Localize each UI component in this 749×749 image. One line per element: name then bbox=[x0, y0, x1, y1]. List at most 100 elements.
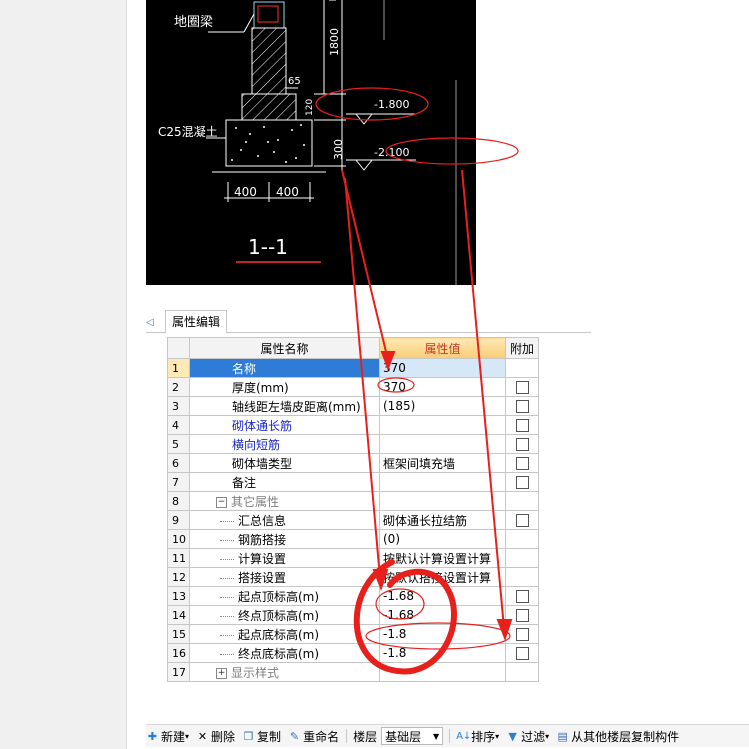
table-row[interactable]: 9 汇总信息 砌体通长拉结筋 bbox=[167, 510, 539, 530]
header-property-value[interactable]: 属性值 bbox=[379, 337, 506, 359]
property-name-cell[interactable]: 终点顶标高(m) bbox=[189, 605, 380, 625]
table-row[interactable]: 4 砌体通长筋 bbox=[167, 415, 539, 435]
extra-checkbox[interactable] bbox=[515, 628, 529, 641]
chevron-down-icon: ▼ bbox=[432, 731, 440, 741]
table-row[interactable]: 16 终点底标高(m) -1.8 bbox=[167, 643, 539, 663]
property-name-cell[interactable]: 起点底标高(m) bbox=[189, 624, 380, 644]
property-value-cell[interactable]: -1.8 bbox=[379, 643, 506, 663]
property-value-cell[interactable]: (0) bbox=[379, 529, 506, 549]
table-row[interactable]: 1 名称 370 bbox=[167, 358, 539, 378]
table-row[interactable]: 3 轴线距左墙皮距离(mm) (185) bbox=[167, 396, 539, 416]
tree-connector bbox=[220, 577, 234, 579]
table-row[interactable]: 15 起点底标高(m) -1.8 bbox=[167, 624, 539, 644]
property-name-label: 砌体墙类型 bbox=[232, 456, 293, 471]
property-name-label: 备注 bbox=[232, 475, 257, 490]
row-number: 13 bbox=[167, 586, 190, 606]
table-row[interactable]: 6 砌体墙类型 框架间填充墙 bbox=[167, 453, 539, 473]
property-value-cell[interactable]: 370 bbox=[379, 377, 506, 397]
cad-beam-label: 地圈梁 bbox=[174, 15, 213, 30]
table-row[interactable]: 5 横向短筋 bbox=[167, 434, 539, 454]
property-value-cell[interactable]: 370 bbox=[379, 358, 506, 378]
property-value-cell[interactable]: 砌体通长拉结筋 bbox=[379, 510, 506, 530]
tree-connector bbox=[220, 520, 234, 522]
property-name-cell[interactable]: − 其它属性 bbox=[189, 491, 380, 511]
sort-button[interactable]: A↓ 排序 ▾ bbox=[456, 728, 499, 745]
table-row[interactable]: 10 钢筋搭接 (0) bbox=[167, 529, 539, 549]
property-value-cell[interactable]: 框架间填充墙 bbox=[379, 453, 506, 473]
property-value-cell[interactable] bbox=[379, 662, 506, 682]
property-value-cell[interactable] bbox=[379, 472, 506, 492]
property-value-cell[interactable]: (185) bbox=[379, 396, 506, 416]
copy-from-floor-button[interactable]: ▤ 从其他楼层复制构件 bbox=[556, 728, 679, 745]
property-name-cell[interactable]: 轴线距左墙皮距离(mm) bbox=[189, 396, 380, 416]
table-row[interactable]: 17 + 显示样式 bbox=[167, 662, 539, 682]
tab-property-edit[interactable]: 属性编辑 bbox=[165, 310, 228, 333]
property-name-cell[interactable]: 备注 bbox=[189, 472, 380, 492]
property-value-cell[interactable]: 按默认计算设置计算 bbox=[379, 548, 506, 568]
filter-button[interactable]: ▼ 过滤 ▾ bbox=[506, 728, 549, 745]
new-button[interactable]: ✚ 新建 ▾ bbox=[146, 728, 189, 745]
table-row[interactable]: 12 搭接设置 按默认搭接设置计算 bbox=[167, 567, 539, 587]
extra-checkbox[interactable] bbox=[515, 400, 529, 413]
property-name-cell[interactable]: 厚度(mm) bbox=[189, 377, 380, 397]
property-value-cell[interactable] bbox=[379, 491, 506, 511]
property-name-cell[interactable]: 计算设置 bbox=[189, 548, 380, 568]
table-row[interactable]: 7 备注 bbox=[167, 472, 539, 492]
row-number: 8 bbox=[167, 491, 190, 511]
row-number: 14 bbox=[167, 605, 190, 625]
sort-icon: A↓ bbox=[456, 730, 472, 742]
property-grid: 属性名称 属性值 附加 1 名称 370 2 厚度(mm) 370 3 轴线距左墙皮距离(mm… bbox=[167, 337, 539, 682]
header-property-name[interactable]: 属性名称 bbox=[189, 337, 380, 359]
row-number: 7 bbox=[167, 472, 190, 492]
property-name-cell[interactable]: 砌体墙类型 bbox=[189, 453, 380, 473]
property-name-cell[interactable]: 横向短筋 bbox=[189, 434, 380, 454]
property-value-cell[interactable] bbox=[379, 434, 506, 454]
expand-icon[interactable]: + bbox=[216, 667, 227, 679]
floor-select[interactable]: 基础层 ▼ bbox=[381, 727, 444, 745]
cad-dim-65: 65 bbox=[288, 76, 301, 87]
property-name-cell[interactable]: 起点顶标高(m) bbox=[189, 586, 380, 606]
property-name-cell[interactable]: 名称 bbox=[189, 358, 380, 378]
property-name-cell[interactable]: 钢筋搭接 bbox=[189, 529, 380, 549]
tree-connector bbox=[220, 558, 234, 560]
cad-section-label: 1--1 bbox=[248, 235, 288, 259]
extra-checkbox[interactable] bbox=[515, 419, 529, 432]
extra-checkbox[interactable] bbox=[515, 514, 529, 527]
property-name-cell[interactable]: + 显示样式 bbox=[189, 662, 380, 682]
property-name-cell[interactable]: 汇总信息 bbox=[189, 510, 380, 530]
extra-checkbox[interactable] bbox=[515, 590, 529, 603]
table-row[interactable]: 8− 其它属性 bbox=[167, 491, 539, 511]
table-row[interactable]: 13 起点顶标高(m) -1.68 bbox=[167, 586, 539, 606]
header-extra[interactable]: 附加 bbox=[505, 337, 539, 359]
rename-icon: ✎ bbox=[289, 729, 300, 743]
extra-checkbox[interactable] bbox=[515, 609, 529, 622]
tree-connector bbox=[220, 596, 234, 598]
property-name-cell[interactable]: 砌体通长筋 bbox=[189, 415, 380, 435]
property-value-cell[interactable]: 按默认搭接设置计算 bbox=[379, 567, 506, 587]
rename-button[interactable]: ✎ 重命名 bbox=[288, 728, 339, 745]
property-name-label: 计算设置 bbox=[238, 551, 287, 566]
property-value-cell[interactable]: -1.8 bbox=[379, 624, 506, 644]
delete-icon: ✕ bbox=[197, 729, 208, 743]
delete-button[interactable]: ✕ 删除 bbox=[196, 728, 235, 745]
extra-checkbox[interactable] bbox=[515, 476, 529, 489]
extra-cell bbox=[505, 605, 539, 625]
row-number: 9 bbox=[167, 510, 190, 530]
extra-checkbox[interactable] bbox=[515, 381, 529, 394]
property-value-cell[interactable]: -1.68 bbox=[379, 586, 506, 606]
copy-button[interactable]: ❐ 复制 bbox=[242, 728, 281, 745]
extra-checkbox[interactable] bbox=[515, 457, 529, 470]
extra-checkbox[interactable] bbox=[515, 647, 529, 660]
table-row[interactable]: 11 计算设置 按默认计算设置计算 bbox=[167, 548, 539, 568]
table-row[interactable]: 2 厚度(mm) 370 bbox=[167, 377, 539, 397]
extra-checkbox[interactable] bbox=[515, 438, 529, 451]
collapse-icon[interactable]: − bbox=[216, 496, 227, 508]
property-value-cell[interactable]: -1.68 bbox=[379, 605, 506, 625]
property-name-label: 起点顶标高(m) bbox=[238, 589, 320, 604]
property-name-cell[interactable]: 搭接设置 bbox=[189, 567, 380, 587]
extra-cell bbox=[505, 586, 539, 606]
panel-edge-icon: ◁ bbox=[146, 317, 154, 328]
property-name-cell[interactable]: 终点底标高(m) bbox=[189, 643, 380, 663]
table-row[interactable]: 14 终点顶标高(m) -1.68 bbox=[167, 605, 539, 625]
property-value-cell[interactable] bbox=[379, 415, 506, 435]
